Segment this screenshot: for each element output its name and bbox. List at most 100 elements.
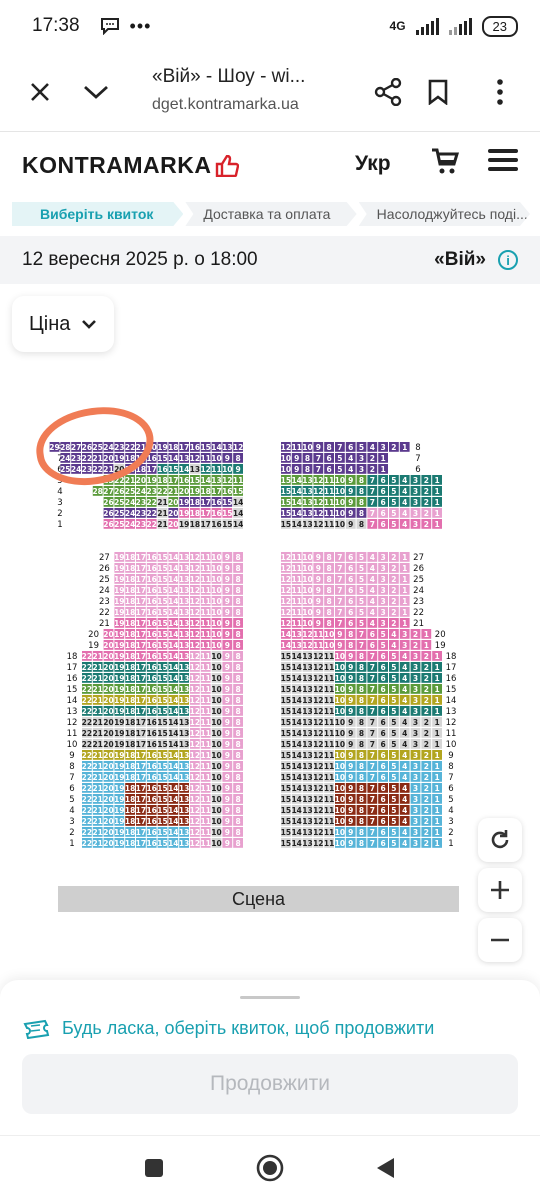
share-icon[interactable] [368, 72, 408, 112]
seat-number: 11 [200, 718, 210, 727]
seat-number: 1 [434, 817, 439, 826]
seat-number: 13 [302, 520, 312, 529]
site-logo[interactable]: KONTRAMARKA [22, 152, 240, 179]
seat-number: 11 [200, 597, 210, 606]
seat-number: 14 [291, 487, 301, 496]
seat-number: 21 [92, 817, 102, 826]
seat-number: 18 [200, 487, 210, 496]
seat-number: 8 [235, 553, 240, 562]
seat-number: 6 [380, 520, 385, 529]
row-label: 5 [448, 795, 453, 805]
continue-button[interactable]: Продовжити [22, 1054, 518, 1114]
price-filter-label: Ціна [29, 312, 71, 335]
seat-number: 1 [402, 619, 407, 628]
seat-number: 2 [424, 498, 429, 507]
seat-number: 6 [370, 630, 375, 639]
price-filter-dropdown[interactable]: Ціна [12, 296, 114, 352]
seat-number: 17 [136, 729, 146, 738]
seat-number: 2 [424, 795, 429, 804]
seat-number: 11 [200, 630, 210, 639]
seat-number: 20 [103, 806, 113, 815]
seat-number: 18 [125, 806, 135, 815]
seat-number: 2 [424, 509, 429, 518]
seat-number: 22 [82, 751, 92, 760]
seat-number: 12 [313, 762, 323, 771]
seat-number: 17 [200, 520, 210, 529]
seat-number: 15 [157, 575, 167, 584]
row-label: 2 [69, 828, 74, 838]
seat-number: 11 [200, 575, 210, 584]
seat-number: 10 [335, 740, 345, 749]
step-delivery-payment: Доставка та оплата [185, 202, 356, 226]
seat-number: 3 [402, 630, 407, 639]
zoom-in-icon[interactable] [478, 868, 522, 912]
seat-number: 11 [200, 641, 210, 650]
seat-number: 6 [348, 553, 353, 562]
seat-number: 1 [434, 740, 439, 749]
seat-number: 13 [302, 498, 312, 507]
seat-number: 19 [114, 828, 124, 837]
seat-number: 12 [313, 476, 323, 485]
bookmark-icon[interactable] [418, 72, 458, 112]
row-label: 1 [57, 520, 62, 530]
page-url[interactable]: dget.kontramarka.ua [152, 96, 299, 114]
seat-number: 9 [316, 564, 321, 573]
seat-number: 17 [136, 674, 146, 683]
seat-number: 1 [434, 696, 439, 705]
seat-number: 18 [125, 652, 135, 661]
seat-number: 7 [370, 828, 375, 837]
seat-number: 9 [225, 575, 230, 584]
seat-number: 13 [302, 762, 312, 771]
chevron-down-icon[interactable] [76, 72, 116, 112]
seat-number: 20 [103, 696, 113, 705]
seat-number: 6 [380, 718, 385, 727]
seat-number: 12 [313, 806, 323, 815]
back-icon[interactable] [374, 1156, 396, 1185]
sheet-handle[interactable] [240, 996, 300, 999]
seat-number: 18 [125, 564, 135, 573]
seat-number: 8 [359, 674, 364, 683]
seat-number: 14 [168, 564, 178, 573]
seat-number: 8 [326, 586, 331, 595]
seat-number: 5 [391, 707, 396, 716]
reset-view-icon[interactable] [478, 818, 522, 862]
row-label: 6 [448, 784, 453, 794]
seat-number: 6 [380, 817, 385, 826]
seat-number: 12 [233, 443, 243, 452]
seat-number: 22 [82, 740, 92, 749]
row-label: 11 [446, 729, 457, 739]
seat-number: 1 [434, 773, 439, 782]
row-label: 12 [67, 718, 78, 728]
info-icon[interactable]: i [498, 250, 518, 270]
seat-number: 8 [359, 663, 364, 672]
seat-number: 10 [211, 663, 221, 672]
seat-number: 8 [235, 575, 240, 584]
seat-number: 9 [348, 729, 353, 738]
seat-number: 7 [370, 806, 375, 815]
recents-icon[interactable] [144, 1158, 164, 1183]
home-icon[interactable] [256, 1154, 284, 1187]
zoom-out-icon[interactable] [478, 918, 522, 962]
seat-number: 5 [391, 828, 396, 837]
seat-number: 3 [413, 520, 418, 529]
seat-number: 22 [157, 487, 167, 496]
seat-number: 15 [281, 696, 291, 705]
seat-number: 7 [337, 586, 342, 595]
seat-number: 18 [125, 619, 135, 628]
seat-number: 11 [211, 465, 221, 474]
seat-number: 10 [211, 641, 221, 650]
notification-icons: ••• [100, 16, 152, 37]
language-switch[interactable]: Укр [355, 152, 391, 176]
seat-number: 24 [125, 520, 135, 529]
seat-number: 10 [222, 465, 232, 474]
seat-number: 11 [324, 718, 334, 727]
menu-icon[interactable] [488, 148, 518, 177]
seat-number: 9 [225, 674, 230, 683]
seat-number: 14 [168, 454, 178, 463]
close-icon[interactable] [20, 72, 60, 112]
more-vertical-icon[interactable] [480, 72, 520, 112]
seat-number: 12 [281, 586, 291, 595]
seat-number: 16 [146, 828, 156, 837]
seat-number: 13 [179, 586, 189, 595]
cart-icon[interactable] [430, 146, 460, 181]
